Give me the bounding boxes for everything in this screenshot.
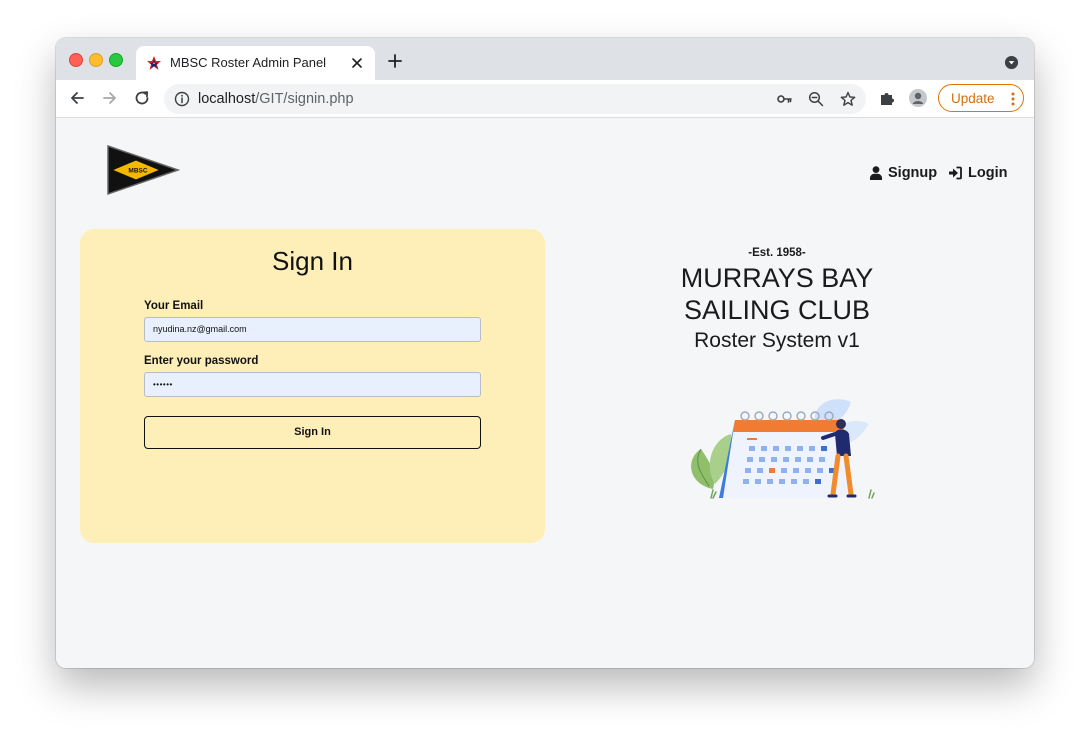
site-info-icon[interactable] [174,91,190,107]
signup-link[interactable]: Signup [870,165,937,181]
browser-toolbar: localhost/GIT/signin.php Update [56,80,1034,118]
minimize-window-button[interactable] [89,53,103,67]
signin-card: Sign In Your Email nyudina.nz@gmail.com … [80,229,545,543]
url-text[interactable]: localhost/GIT/signin.php [198,91,354,107]
close-tab-icon[interactable] [349,55,365,71]
browser-window: MBSC Roster Admin Panel localhost/GIT/si… [56,38,1034,668]
browser-tab-active[interactable]: MBSC Roster Admin Panel [136,46,375,80]
established-text: -Est. 1958- [748,247,806,259]
password-label: Enter your password [144,355,259,367]
star-favicon-icon [147,56,161,70]
signin-title: Sign In [272,246,353,276]
login-label: Login [968,165,1008,181]
system-title: Roster System v1 [694,329,860,352]
email-label: Your Email [144,300,204,312]
login-link[interactable]: Login [948,165,1007,181]
update-button[interactable]: Update [938,84,1024,112]
signin-button[interactable]: Sign In [144,416,481,449]
profile-avatar-icon[interactable] [909,89,927,107]
sign-in-icon [949,166,962,180]
page-content: MBSC Signup Login Sign In Your Email nyu… [56,118,1034,668]
new-tab-icon[interactable] [387,53,403,69]
key-icon[interactable] [776,91,792,107]
password-field[interactable]: •••••• [144,372,481,397]
club-name: MURRAYS BAY SAILING CLUB [680,263,874,325]
email-field[interactable]: nyudina.nz@gmail.com [144,317,481,342]
mbsc-burgee-logo[interactable]: MBSC [106,144,180,196]
signup-label: Signup [888,165,938,181]
url-host: localhost [198,91,256,107]
tab-title: MBSC Roster Admin Panel [170,55,327,70]
kebab-menu-icon[interactable] [1010,91,1016,107]
update-label: Update [951,91,995,106]
close-window-button[interactable] [69,53,83,67]
logo-text: MBSC [128,168,147,175]
maximize-window-button[interactable] [109,53,123,67]
url-path: /GIT/signin.php [255,91,354,107]
reload-icon[interactable] [133,89,151,107]
tab-strip: MBSC Roster Admin Panel [56,38,1034,80]
user-icon [870,166,882,180]
back-arrow-icon[interactable] [68,89,86,107]
forward-arrow-icon[interactable] [101,89,119,107]
extensions-puzzle-icon[interactable] [878,89,896,107]
bookmark-star-icon[interactable] [840,91,856,107]
zoom-out-icon[interactable] [808,91,824,107]
calendar-illustration [691,399,875,499]
address-bar[interactable]: localhost/GIT/signin.php [164,84,866,114]
tab-search-icon[interactable] [1004,55,1019,70]
